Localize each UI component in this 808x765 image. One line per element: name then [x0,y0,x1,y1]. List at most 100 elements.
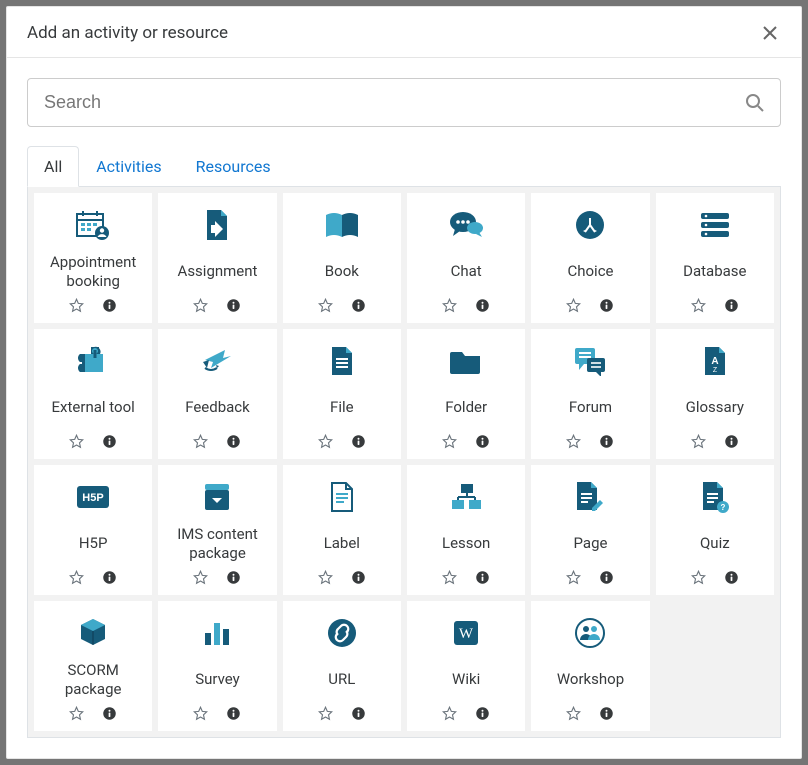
star-icon[interactable] [691,298,706,313]
activity-card-folder[interactable]: Folder [407,329,525,459]
modal-header: Add an activity or resource [7,7,801,58]
info-icon[interactable] [475,570,490,585]
svg-text:H5P: H5P [82,492,103,504]
star-icon[interactable] [318,706,333,721]
activity-label: Chat [451,251,482,292]
star-icon[interactable] [566,706,581,721]
star-icon[interactable] [318,434,333,449]
activity-card-label[interactable]: Label [283,465,401,595]
activity-card-book[interactable]: Book [283,193,401,323]
activity-card-quiz[interactable]: ?Quiz [656,465,774,595]
activity-label: Page [574,523,608,564]
info-icon[interactable] [102,706,117,721]
activity-card-page[interactable]: Page [531,465,649,595]
activity-card-feedback[interactable]: Feedback [158,329,276,459]
activity-card-wiki[interactable]: WWiki [407,601,525,731]
info-icon[interactable] [226,298,241,313]
activity-label: Choice [567,251,613,292]
card-actions [69,706,117,721]
star-icon[interactable] [566,570,581,585]
star-icon[interactable] [193,298,208,313]
star-icon[interactable] [442,298,457,313]
star-icon[interactable] [566,298,581,313]
database-icon [700,205,730,245]
info-icon[interactable] [599,434,614,449]
activity-card-appointment[interactable]: Appointment booking [34,193,152,323]
wiki-icon: W [452,613,480,653]
info-icon[interactable] [226,706,241,721]
info-icon[interactable] [724,434,739,449]
star-icon[interactable] [193,434,208,449]
activity-card-forum[interactable]: Forum [531,329,649,459]
info-icon[interactable] [102,434,117,449]
star-icon[interactable] [69,570,84,585]
close-icon [763,26,777,40]
tabs: All Activities Resources [27,145,781,187]
info-icon[interactable] [599,706,614,721]
activity-label: IMS content package [164,523,270,564]
card-actions [442,434,490,449]
star-icon[interactable] [193,706,208,721]
activity-card-choice[interactable]: Choice [531,193,649,323]
card-actions [442,298,490,313]
info-icon[interactable] [102,570,117,585]
info-icon[interactable] [599,298,614,313]
activity-card-database[interactable]: Database [656,193,774,323]
star-icon[interactable] [442,570,457,585]
info-icon[interactable] [102,298,117,313]
activity-card-workshop[interactable]: Workshop [531,601,649,731]
info-icon[interactable] [351,706,366,721]
star-icon[interactable] [691,434,706,449]
activity-card-file[interactable]: File [283,329,401,459]
tab-all[interactable]: All [27,146,79,187]
activity-card-chat[interactable]: Chat [407,193,525,323]
tab-activities[interactable]: Activities [79,146,178,187]
activity-label: Folder [445,387,487,428]
star-icon[interactable] [69,434,84,449]
star-icon[interactable] [318,298,333,313]
info-icon[interactable] [351,434,366,449]
activity-card-glossary[interactable]: AZGlossary [656,329,774,459]
info-icon[interactable] [351,570,366,585]
info-icon[interactable] [599,570,614,585]
activity-card-externaltool[interactable]: External tool [34,329,152,459]
close-button[interactable] [759,24,781,42]
star-icon[interactable] [566,434,581,449]
file-icon [330,341,354,381]
card-actions [566,298,614,313]
activity-label: File [330,387,354,428]
assignment-icon [204,205,230,245]
activity-label: Workshop [557,659,624,700]
folder-icon [450,341,482,381]
activity-card-url[interactable]: URL [283,601,401,731]
card-actions [442,706,490,721]
activity-card-scorm[interactable]: SCORM package [34,601,152,731]
star-icon[interactable] [69,298,84,313]
activity-card-lesson[interactable]: Lesson [407,465,525,595]
activity-card-ims[interactable]: IMS content package [158,465,276,595]
info-icon[interactable] [226,434,241,449]
card-actions [318,298,366,313]
star-icon[interactable] [691,570,706,585]
modal-body: All Activities Resources Appointment boo… [7,58,801,758]
star-icon[interactable] [193,570,208,585]
star-icon[interactable] [318,570,333,585]
activity-card-h5p[interactable]: H5PH5P [34,465,152,595]
info-icon[interactable] [724,298,739,313]
activity-card-survey[interactable]: Survey [158,601,276,731]
info-icon[interactable] [475,434,490,449]
info-icon[interactable] [226,570,241,585]
info-icon[interactable] [351,298,366,313]
star-icon[interactable] [442,706,457,721]
activity-card-assignment[interactable]: Assignment [158,193,276,323]
scorm-icon [78,613,108,653]
info-icon[interactable] [475,706,490,721]
info-icon[interactable] [475,298,490,313]
feedback-icon [201,341,233,381]
star-icon[interactable] [442,434,457,449]
activity-grid: Appointment booking Assignment Book Chat… [27,187,781,738]
info-icon[interactable] [724,570,739,585]
search-input[interactable] [27,78,781,127]
star-icon[interactable] [69,706,84,721]
tab-resources[interactable]: Resources [179,146,288,187]
